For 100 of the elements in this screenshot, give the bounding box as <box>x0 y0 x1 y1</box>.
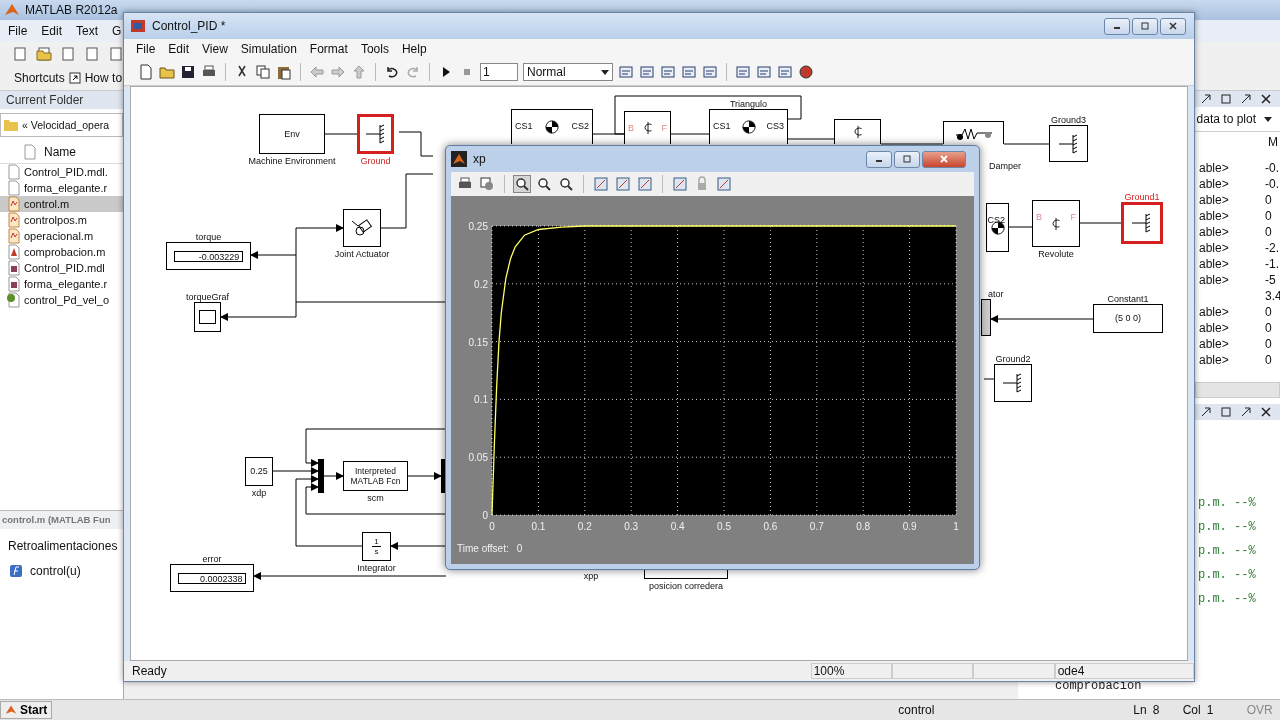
scope-block[interactable] <box>194 302 221 332</box>
signal-line <box>390 542 447 550</box>
body-block[interactable]: CS2 <box>986 203 1009 252</box>
close-button[interactable] <box>1160 17 1186 35</box>
print-preview-icon[interactable] <box>479 176 495 192</box>
zoom-x-icon[interactable] <box>536 176 552 192</box>
undock-icon[interactable] <box>1240 93 1252 105</box>
integrator-block[interactable]: 1 s <box>362 532 391 561</box>
ground-block[interactable] <box>1049 125 1088 162</box>
machine-environment-block[interactable]: Env <box>259 114 325 154</box>
back-arrow-icon[interactable] <box>309 64 325 80</box>
joint-block[interactable] <box>834 119 881 144</box>
axis-tick-label: 0.2 <box>577 521 592 532</box>
axis-tick-label: 0.2 <box>474 278 488 290</box>
axis-tick-label: 0.15 <box>468 336 488 348</box>
menu-item[interactable]: File <box>8 24 28 38</box>
save-icon[interactable] <box>180 64 196 80</box>
script-file-icon <box>6 196 22 212</box>
body-block[interactable]: CS1 CS2 <box>511 109 593 144</box>
menu-item[interactable]: View <box>202 42 228 56</box>
time-offset-value: 0 <box>516 543 523 554</box>
dock-icon[interactable] <box>1200 406 1212 418</box>
axis-tick-label: 0.25 <box>468 221 488 232</box>
column-header[interactable]: M <box>1268 135 1278 149</box>
ground-block[interactable] <box>994 364 1032 402</box>
function-name[interactable]: control(u) <box>30 564 81 578</box>
file-name: control.m <box>24 198 70 210</box>
shortcuts-link[interactable]: Shortcuts <box>14 71 65 85</box>
variable-class: able> <box>1199 353 1230 367</box>
maximize-icon[interactable] <box>1220 93 1232 105</box>
maximize-icon[interactable] <box>1220 406 1232 418</box>
scrollbar[interactable] <box>1195 382 1280 398</box>
port-label: CS2 <box>571 121 589 131</box>
function-block[interactable]: Interpreted MATLAB Fcn <box>343 461 408 491</box>
menu-item[interactable]: Simulation <box>240 42 297 56</box>
file-row[interactable]: forma_elegante.r <box>0 180 123 196</box>
dock-icon[interactable] <box>1200 93 1212 105</box>
blank-file-icon <box>6 164 22 180</box>
undock-icon[interactable] <box>1240 406 1252 418</box>
undo-icon[interactable] <box>384 64 400 80</box>
start-button[interactable]: Start <box>0 701 53 719</box>
block-label: error <box>201 554 223 565</box>
close-icon[interactable] <box>1260 406 1272 418</box>
menu-item[interactable]: G <box>112 24 122 38</box>
file-row[interactable]: comprobacion.m <box>0 244 123 260</box>
close-icon[interactable] <box>1260 93 1272 105</box>
signal-line <box>880 143 944 145</box>
variable-value: -5 <box>1265 273 1276 287</box>
menu-item[interactable]: Edit <box>41 24 63 38</box>
body-block[interactable]: CS1 CS3 <box>709 109 788 144</box>
variable-value: 0 <box>1265 225 1272 239</box>
signal-line <box>1079 222 1122 224</box>
simulation-mode-dropdown[interactable]: Normal <box>523 63 613 81</box>
constant-block[interactable]: 0.25 <box>245 457 273 486</box>
minimize-button[interactable] <box>1104 17 1130 35</box>
block-label: torqueGraf <box>185 292 230 303</box>
plot-selector-dropdown[interactable]: data to plot <box>1192 110 1276 128</box>
actuator-block[interactable] <box>981 299 991 336</box>
axis-tick-label: 0 <box>489 521 495 532</box>
block-label: Ground1 <box>1123 192 1161 203</box>
file-row[interactable]: Control_PID.mdl <box>0 260 123 276</box>
port-label: B <box>1036 212 1042 222</box>
subsystem-block[interactable] <box>644 569 728 579</box>
menu-item[interactable]: Tools <box>360 42 389 56</box>
file-row[interactable]: control.m <box>0 196 123 212</box>
constant-block[interactable]: (5 0 0) <box>1093 304 1163 333</box>
block-label: Triangulo <box>728 99 769 110</box>
menu-item[interactable]: Help <box>401 42 427 56</box>
target-icon[interactable] <box>798 64 814 80</box>
folder-path-bar[interactable]: « Velocidad_opera <box>0 113 123 137</box>
menu-item[interactable]: Text <box>76 24 99 38</box>
open-folder-icon[interactable] <box>159 64 175 80</box>
menu-item[interactable]: File <box>136 42 156 56</box>
how-to-link[interactable]: How to <box>84 71 123 85</box>
open-folder-icon[interactable] <box>36 46 52 62</box>
forward-arrow-icon[interactable] <box>330 64 346 80</box>
file-row[interactable]: controlpos.m <box>0 212 123 228</box>
display-block[interactable]: 0.0002338 <box>170 564 254 592</box>
new-file-icon[interactable] <box>12 46 28 62</box>
zoom-level: 100% <box>810 663 892 679</box>
folder-path: Velocidad_opera <box>30 119 110 131</box>
signal-line <box>1003 143 1050 145</box>
file-row[interactable]: operacional.m <box>0 228 123 244</box>
spring-damper-block[interactable] <box>943 121 1004 144</box>
column-header[interactable]: Name <box>44 145 76 159</box>
display-block[interactable]: -0.003229 <box>166 242 251 270</box>
file-row[interactable]: control_Pd_vel_o <box>0 292 123 308</box>
file-row[interactable]: Control_PID.mdl. <box>0 164 123 180</box>
up-arrow-icon[interactable] <box>351 64 367 80</box>
variable-value: 0 <box>1265 209 1272 223</box>
stop-time-field[interactable]: 1 <box>480 63 518 81</box>
new-file-icon[interactable] <box>138 64 154 80</box>
block-label: Revolute <box>1037 249 1075 260</box>
file-row[interactable]: forma_elegante.r <box>0 276 123 292</box>
zoom-y-icon[interactable] <box>558 176 574 192</box>
joint-actuator-block[interactable] <box>343 209 381 247</box>
minimize-button[interactable] <box>866 150 892 168</box>
menu-item[interactable]: Edit <box>168 42 190 56</box>
zoom-in-icon[interactable] <box>514 176 530 192</box>
menu-item[interactable]: Format <box>309 42 348 56</box>
